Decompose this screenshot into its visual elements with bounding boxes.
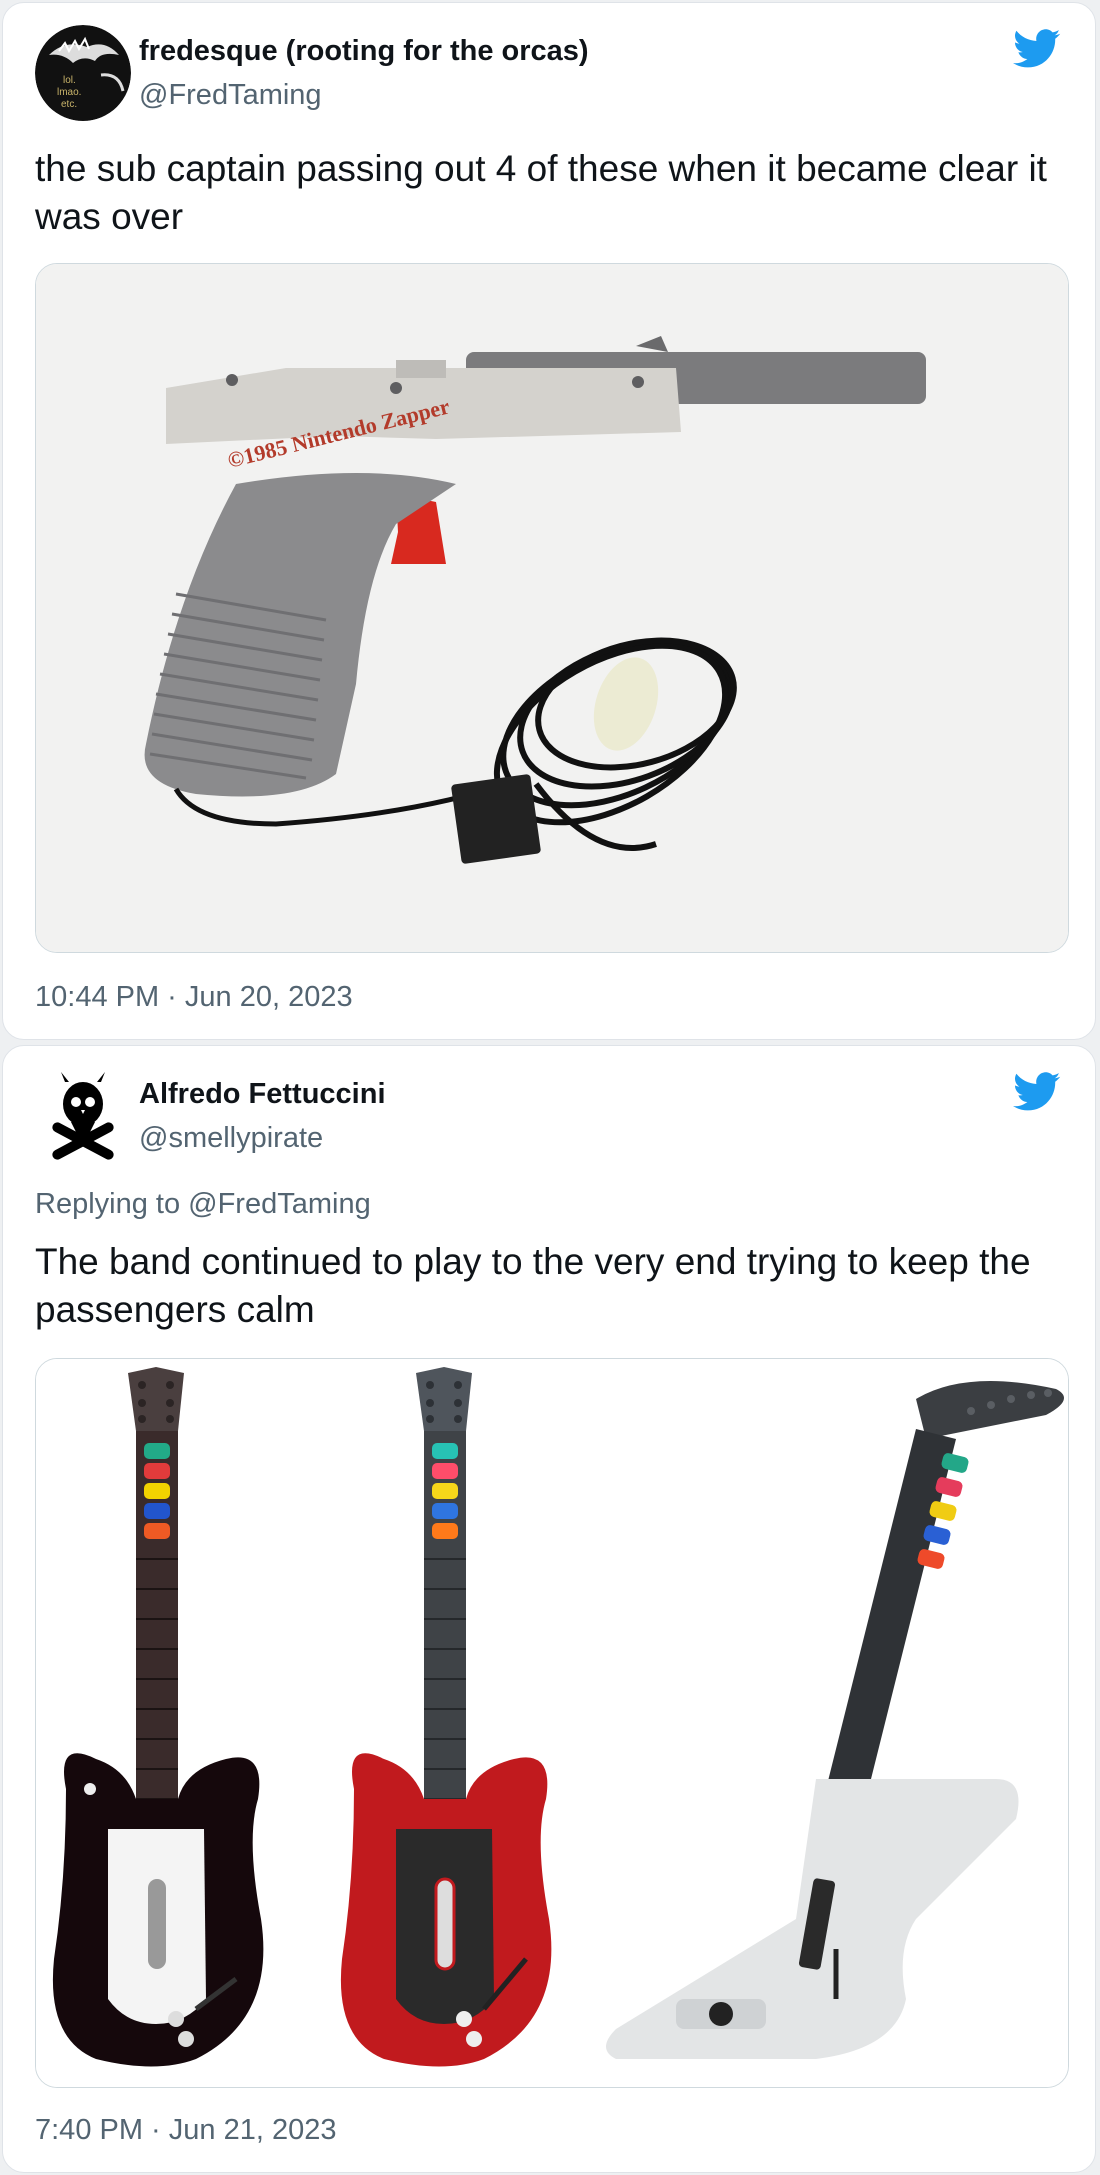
tweet-text: the sub captain passing out 4 of these w… — [35, 148, 1047, 237]
svg-text:lmao.: lmao. — [57, 87, 81, 98]
user-handle[interactable]: @FredTaming — [139, 79, 322, 112]
display-name[interactable]: Alfredo Fettuccini — [139, 1078, 386, 1111]
tweet-card[interactable]: lol. lmao. etc. fredesque (rooting for t… — [2, 2, 1096, 1040]
reply-mention-link[interactable]: @FredTaming — [188, 1188, 371, 1220]
tweet-timestamp[interactable]: 10:44 PM · Jun 20, 2023 — [35, 981, 353, 1014]
tweet-text: The band continued to play to the very e… — [35, 1241, 1031, 1330]
avatar[interactable] — [35, 1068, 131, 1164]
avatar[interactable]: lol. lmao. etc. — [35, 25, 131, 121]
svg-text:lol.: lol. — [63, 75, 76, 86]
replying-to: Replying to @FredTaming — [35, 1188, 371, 1221]
tweet-timestamp[interactable]: 7:40 PM · Jun 21, 2023 — [35, 2114, 336, 2147]
replying-prefix: Replying to — [35, 1188, 189, 1220]
tweet-photo-guitars[interactable] — [35, 1358, 1069, 2088]
svg-text:etc.: etc. — [61, 99, 77, 110]
user-handle[interactable]: @smellypirate — [139, 1122, 323, 1155]
tweet-photo-zapper[interactable]: ©1985 Nintendo Zapper — [35, 263, 1069, 953]
twitter-bird-icon[interactable] — [1013, 1072, 1061, 1112]
display-name[interactable]: fredesque (rooting for the orcas) — [139, 35, 589, 68]
tweet-card[interactable]: Alfredo Fettuccini @smellypirate Replyin… — [2, 1045, 1096, 2173]
twitter-bird-icon[interactable] — [1013, 29, 1061, 69]
